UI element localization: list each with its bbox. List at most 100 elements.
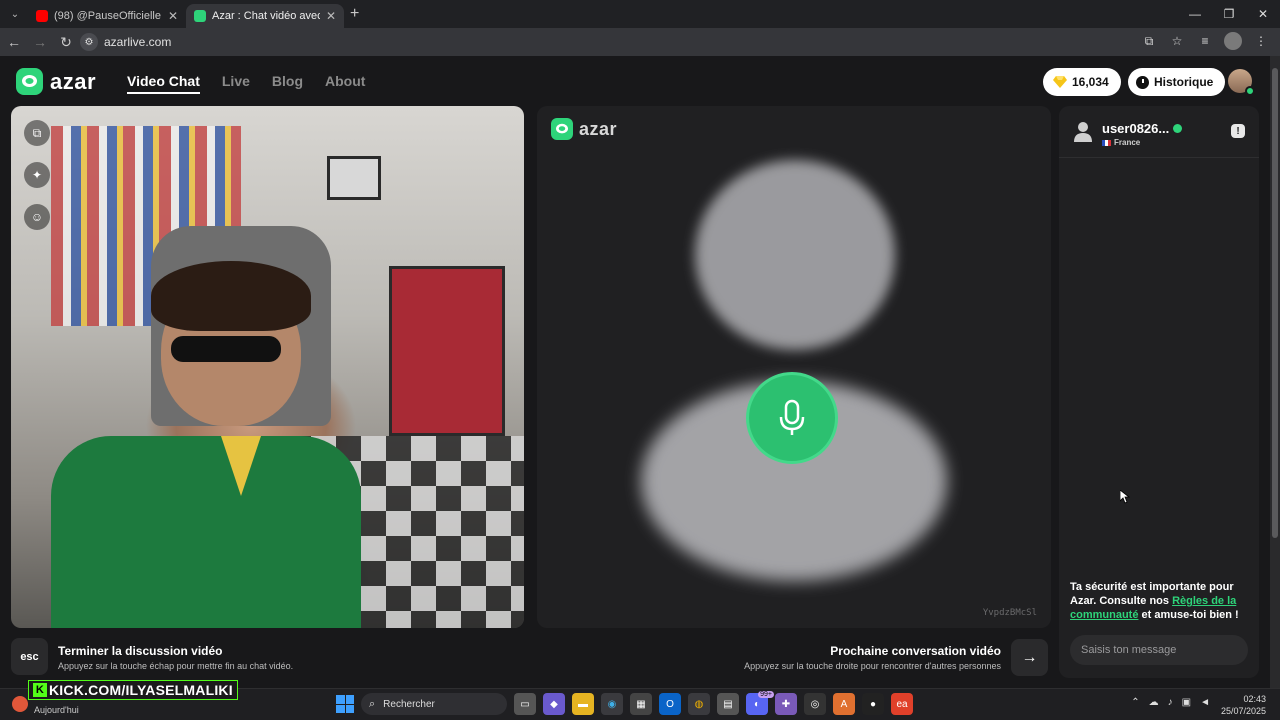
- nav-live[interactable]: Live: [222, 73, 250, 94]
- file-explorer-icon[interactable]: ▬: [572, 693, 594, 715]
- next-chat-subtitle: Appuyez sur la touche droite pour rencon…: [744, 661, 1001, 671]
- page-scrollbar[interactable]: [1270, 56, 1280, 688]
- remote-video-view: azar YvpdzBMcSl: [537, 106, 1051, 628]
- chat-header: user0826... France !: [1059, 106, 1259, 158]
- arrow-right-icon: →: [1021, 648, 1038, 666]
- mouse-cursor-icon: [1120, 490, 1130, 504]
- search-icon: ⌕: [369, 697, 376, 710]
- tab-title: Azar : Chat vidéo avec de n: [212, 10, 320, 22]
- app-a-icon[interactable]: A: [833, 693, 855, 715]
- back-icon[interactable]: ←: [2, 30, 26, 54]
- azar-logo[interactable]: azar: [16, 68, 96, 95]
- volume-icon[interactable]: ◄: [1200, 697, 1210, 708]
- bookmark-star-icon[interactable]: ☆: [1168, 32, 1186, 50]
- close-tab-icon[interactable]: ✕: [168, 9, 178, 23]
- discord-icon[interactable]: ◐ 99+: [746, 691, 774, 715]
- youtube-icon: [36, 10, 48, 22]
- effects-sparkle-icon[interactable]: ✦: [24, 162, 50, 188]
- edge-icon[interactable]: ◉: [601, 693, 623, 715]
- azar-favicon-icon: [194, 10, 206, 22]
- safety-notice: Ta sécurité est importante pour Azar. Co…: [1070, 580, 1254, 622]
- taskbar-search[interactable]: ⌕ Rechercher: [361, 693, 507, 715]
- face-filter-icon[interactable]: ☺: [24, 204, 50, 230]
- nav-about[interactable]: About: [325, 73, 365, 94]
- nav-video-chat[interactable]: Video Chat: [127, 73, 200, 94]
- tab-azar[interactable]: Azar : Chat vidéo avec de n ✕: [186, 4, 344, 28]
- tab-search-button[interactable]: ⌄: [2, 4, 28, 24]
- wall-frame-image: [327, 156, 381, 200]
- clock-icon: [1136, 75, 1149, 89]
- local-camera-view: ⧉ ✦ ☺: [11, 106, 524, 628]
- windows-start-icon[interactable]: [336, 695, 354, 713]
- microphone-icon: [779, 399, 805, 435]
- task-view-icon[interactable]: ▭: [514, 693, 536, 715]
- end-chat-esc-button[interactable]: esc: [11, 638, 48, 675]
- install-app-icon[interactable]: ⧉: [1140, 32, 1158, 50]
- tab-youtube[interactable]: (98) @PauseOfficielle - AZUL (C ✕: [28, 4, 186, 28]
- obs-icon[interactable]: ●: [862, 693, 884, 715]
- gem-icon: [1053, 76, 1067, 88]
- chrome-icon[interactable]: ◍: [688, 693, 710, 715]
- url-field[interactable]: ⚙ azarlive.com: [80, 31, 1200, 53]
- media-control-icon[interactable]: ≡: [1196, 32, 1214, 50]
- copilot-icon[interactable]: ◆: [543, 693, 565, 715]
- profile-avatar-icon[interactable]: [1224, 32, 1242, 50]
- person-hair-image: [151, 261, 311, 331]
- tray-chevron-icon[interactable]: ⌃: [1131, 697, 1139, 708]
- taskbar-clock[interactable]: 02:43 25/07/2025: [1221, 693, 1266, 717]
- gems-counter-button[interactable]: 16,034: [1043, 68, 1121, 96]
- report-button[interactable]: !: [1231, 124, 1245, 138]
- minimize-icon[interactable]: —: [1178, 0, 1212, 28]
- menu-kebab-icon[interactable]: ⋮: [1252, 32, 1270, 50]
- end-chat-subtitle: Appuyez sur la touche échap pour mettre …: [58, 661, 294, 671]
- next-chat-button[interactable]: →: [1011, 639, 1048, 676]
- framed-jersey-image: [389, 266, 505, 436]
- date-text: 25/07/2025: [1220, 706, 1266, 716]
- nav-blog[interactable]: Blog: [272, 73, 303, 94]
- placeholder-head-silhouette: [695, 160, 895, 350]
- kick-logo-icon: K: [33, 683, 47, 697]
- username-text: user0826...: [1102, 121, 1170, 136]
- remote-azar-logo: azar: [551, 118, 617, 140]
- forward-icon[interactable]: →: [28, 30, 52, 54]
- partner-country: France: [1102, 138, 1140, 147]
- restore-icon[interactable]: ❐: [1212, 0, 1246, 28]
- ea-icon[interactable]: ea: [891, 693, 913, 715]
- close-window-icon[interactable]: ✕: [1246, 0, 1280, 28]
- store-icon[interactable]: ▦: [630, 693, 652, 715]
- taskbar-apps: ⌕ Rechercher ▭ ◆ ▬ ◉ ▦ O ◍ ▤ ◐ 99+ ✚ ◎ A ●…: [336, 691, 913, 715]
- message-input[interactable]: [1070, 635, 1248, 665]
- outlook-icon[interactable]: O: [659, 693, 681, 715]
- reload-icon[interactable]: ↻: [54, 30, 78, 54]
- end-chat-title: Terminer la discussion vidéo: [58, 644, 223, 658]
- weather-icon: [12, 696, 28, 712]
- new-tab-button[interactable]: +: [350, 5, 359, 23]
- azar-page: azar Video Chat Live Blog About 16,034 H…: [0, 56, 1270, 688]
- close-tab-icon[interactable]: ✕: [326, 9, 336, 23]
- mic-tray-icon[interactable]: ♪: [1168, 697, 1173, 708]
- country-text: France: [1114, 138, 1141, 147]
- user-icon: [1074, 122, 1092, 142]
- url-text: azarlive.com: [104, 35, 172, 49]
- history-button[interactable]: Historique: [1128, 68, 1226, 96]
- person-body-image: [51, 436, 361, 628]
- verified-badge-icon: [1173, 124, 1183, 133]
- site-info-icon[interactable]: ⚙: [80, 33, 98, 51]
- online-status-dot: [1245, 86, 1255, 96]
- network-icon[interactable]: ▣: [1182, 697, 1191, 708]
- toolbar-actions: ⧉ ☆ ≡ ⋮: [1140, 32, 1270, 50]
- pip-toggle-icon[interactable]: ⧉: [24, 120, 50, 146]
- app-icon[interactable]: ▤: [717, 693, 739, 715]
- microphone-button[interactable]: [746, 372, 838, 464]
- history-label: Historique: [1154, 75, 1214, 89]
- cloud-icon[interactable]: ☁: [1149, 697, 1159, 708]
- user-avatar[interactable]: [1228, 69, 1255, 96]
- window-controls: — ❐ ✕: [1178, 0, 1280, 28]
- search-label: Rechercher: [383, 698, 435, 710]
- steam-icon[interactable]: ◎: [804, 693, 826, 715]
- partner-username: user0826...: [1102, 121, 1183, 136]
- scrollbar-thumb[interactable]: [1272, 68, 1278, 538]
- azar-logo-icon: [16, 68, 43, 95]
- today-label: Aujourd'hui: [34, 705, 79, 715]
- game-icon[interactable]: ✚: [775, 693, 797, 715]
